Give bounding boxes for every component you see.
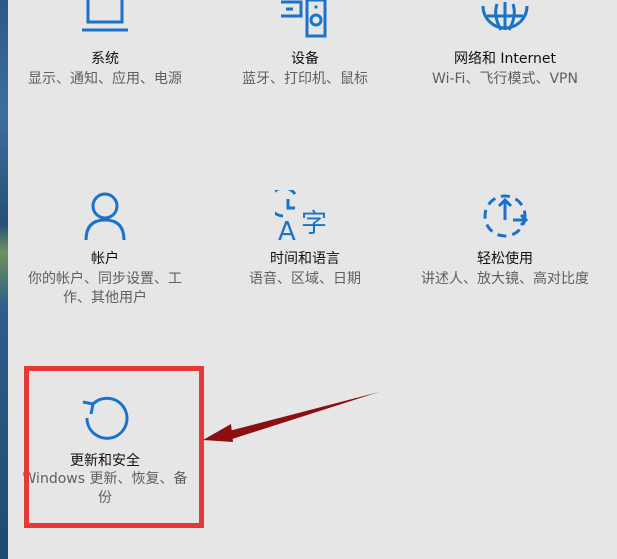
tile-title: 系统 xyxy=(91,51,119,67)
globe-icon xyxy=(479,0,531,42)
tile-description: 讲述人、放大镜、高对比度 xyxy=(421,271,589,287)
tile-description: 蓝牙、打印机、鼠标 xyxy=(242,71,368,87)
tile-title: 设备 xyxy=(291,51,319,67)
svg-text:A: A xyxy=(278,217,296,242)
tile-description: 语音、区域、日期 xyxy=(249,271,361,287)
tile-network[interactable]: 网络和 Internet Wi-Fi、飞行模式、VPN xyxy=(420,0,590,110)
tile-description: 显示、通知、应用、电源 xyxy=(28,71,182,87)
time-language-icon: A 字 xyxy=(275,190,335,242)
tile-time-language[interactable]: A 字 时间和语言 语音、区域、日期 xyxy=(220,188,390,318)
tile-devices[interactable]: 设备 蓝牙、打印机、鼠标 xyxy=(220,0,390,110)
highlight-box xyxy=(24,366,204,528)
annotation-arrow xyxy=(203,392,379,442)
ease-of-access-icon xyxy=(477,190,533,242)
background-window-edge xyxy=(0,0,8,559)
tile-description: Wi-Fi、飞行模式、VPN xyxy=(432,71,578,87)
tile-system[interactable]: 系统 显示、通知、应用、电源 xyxy=(20,0,190,110)
tile-ease-of-access[interactable]: 轻松使用 讲述人、放大镜、高对比度 xyxy=(420,188,590,318)
tile-title: 时间和语言 xyxy=(270,251,340,267)
tile-title: 帐户 xyxy=(91,251,119,267)
tile-title: 轻松使用 xyxy=(477,251,533,267)
tile-title: 网络和 Internet xyxy=(453,51,557,67)
person-icon xyxy=(80,190,130,242)
laptop-icon xyxy=(80,0,130,40)
tile-description: 你的帐户、同步设置、工作、其他用户 xyxy=(28,271,182,306)
tile-accounts[interactable]: 帐户 你的帐户、同步设置、工作、其他用户 xyxy=(20,188,190,318)
devices-icon xyxy=(279,0,331,42)
svg-text:字: 字 xyxy=(301,209,327,239)
